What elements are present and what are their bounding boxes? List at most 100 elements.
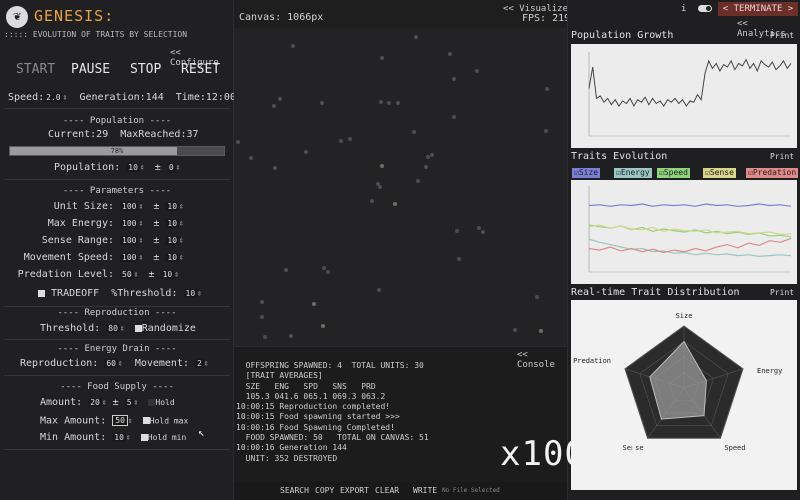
food-particle — [425, 155, 430, 160]
simulation-canvas[interactable] — [234, 28, 567, 346]
legend-item-speed[interactable]: ☑Speed — [657, 168, 690, 178]
pause-button[interactable]: PAUSE — [71, 62, 110, 77]
food-particle — [456, 256, 461, 261]
param-stepper-icon[interactable]: ⇕ — [138, 219, 143, 228]
param-value-input[interactable]: 100 — [120, 252, 139, 262]
param-value-input[interactable]: 100 — [120, 218, 139, 228]
food-min-input[interactable]: 10 — [112, 432, 126, 442]
legend-item-energy[interactable]: ☑Energy — [614, 168, 652, 178]
app-root: ❦ GENESIS: ::::: EVOLUTION OF TRAITS BY … — [0, 0, 800, 500]
copy-button[interactable]: COPY — [315, 486, 334, 495]
tradeoff-checkbox[interactable] — [38, 289, 45, 297]
param-label: Unit Size: — [53, 201, 114, 212]
legend-item-predation[interactable]: ☑Predation — [746, 168, 799, 178]
threshold-pct-input[interactable]: 10 — [183, 288, 198, 298]
divider — [4, 449, 230, 450]
legend-item-sense[interactable]: ☑Sense — [703, 168, 736, 178]
population-pm-input[interactable]: 0 — [166, 162, 176, 172]
terminate-button[interactable]: < TERMINATE > — [718, 2, 798, 16]
food-particle — [319, 101, 324, 106]
param-pm-stepper-icon[interactable]: ⇕ — [179, 202, 184, 211]
drain-repro-input[interactable]: 60 — [104, 358, 118, 368]
canvas-size-label: Canvas: 1066px — [239, 12, 324, 23]
param-pm-input[interactable]: 10 — [165, 201, 180, 211]
traits-series-energy — [588, 238, 792, 258]
speed-stepper-icon[interactable]: ⇕ — [63, 93, 68, 102]
food-particle — [370, 198, 375, 203]
search-button[interactable]: SEARCH — [280, 486, 309, 495]
write-button[interactable]: WRITE — [413, 486, 437, 495]
food-particle — [544, 86, 549, 91]
repro-threshold-input[interactable]: 80 — [106, 323, 120, 333]
param-label: Movement Speed: — [23, 252, 114, 263]
hold-max-checkbox[interactable] — [142, 417, 150, 424]
param-stepper-icon[interactable]: ⇕ — [138, 202, 143, 211]
food-particle — [378, 100, 383, 105]
reset-button[interactable]: RESET — [181, 62, 220, 77]
param-pm-input[interactable]: 10 — [165, 218, 180, 228]
param-pm-stepper-icon[interactable]: ⇕ — [179, 253, 184, 262]
param-pm-stepper-icon[interactable]: ⇕ — [179, 236, 184, 245]
drain-move-input[interactable]: 2 — [195, 358, 204, 368]
speed-input[interactable]: 2.0 — [44, 92, 63, 102]
info-icon[interactable]: i — [681, 4, 686, 14]
drain-repro-stepper-icon[interactable]: ⇕ — [118, 359, 123, 368]
traits-title: Traits Evolution — [571, 151, 668, 162]
param-stepper-icon[interactable]: ⇕ — [138, 253, 143, 262]
stop-button[interactable]: STOP — [130, 62, 161, 77]
food-particle — [348, 136, 353, 141]
population-header: ---- Population ---- — [62, 116, 172, 126]
food-particle — [455, 228, 460, 233]
food-amount-input[interactable]: 20 — [88, 397, 102, 407]
food-max-input[interactable]: 50 — [112, 415, 128, 426]
food-amount-stepper-icon[interactable]: ⇕ — [102, 398, 107, 407]
traits-series-sense — [588, 224, 792, 236]
food-pm-stepper-icon[interactable]: ⇕ — [134, 398, 139, 407]
param-pm-input[interactable]: 10 — [160, 269, 175, 279]
export-button[interactable]: EXPORT — [340, 486, 369, 495]
food-particle — [416, 179, 421, 184]
population-progress-text: 78% — [110, 147, 124, 155]
start-button[interactable]: START — [16, 62, 55, 77]
food-particle — [291, 43, 296, 48]
traits-series-predation — [588, 237, 792, 254]
food-particle — [263, 335, 268, 340]
food-particle — [476, 226, 481, 231]
hold-min-checkbox[interactable] — [140, 433, 148, 441]
pop-growth-chart — [571, 44, 797, 148]
param-stepper-icon[interactable]: ⇕ — [134, 270, 139, 279]
param-pm-stepper-icon[interactable]: ⇕ — [174, 270, 179, 279]
clear-button[interactable]: CLEAR — [375, 486, 399, 495]
theme-toggle[interactable] — [698, 5, 712, 12]
food-particle — [326, 270, 331, 275]
param-value-input[interactable]: 50 — [120, 269, 134, 279]
drain-move-stepper-icon[interactable]: ⇕ — [204, 359, 209, 368]
param-stepper-icon[interactable]: ⇕ — [138, 236, 143, 245]
repro-threshold-stepper-icon[interactable]: ⇕ — [120, 324, 125, 333]
param-pm-input[interactable]: 10 — [165, 252, 180, 262]
parameters-header: ---- Parameters ---- — [62, 186, 172, 196]
food-pm-input[interactable]: 5 — [124, 397, 134, 407]
param-label: Predation Level: — [17, 269, 114, 280]
population-pm-stepper-icon[interactable]: ⇕ — [176, 163, 181, 172]
radar-label-size: Size — [676, 312, 693, 320]
legend-item-size[interactable]: ☑Size — [572, 168, 601, 178]
param-pm-input[interactable]: 10 — [165, 235, 180, 245]
food-particle — [320, 324, 325, 329]
food-max-stepper-icon[interactable]: ⇕ — [128, 416, 133, 425]
param-value-input[interactable]: 100 — [120, 235, 139, 245]
dist-title: Real-time Trait Distribution — [571, 287, 740, 298]
randomize-checkbox[interactable] — [134, 324, 142, 332]
param-label: Sense Range: — [41, 235, 114, 246]
population-stepper-icon[interactable]: ⇕ — [140, 163, 145, 172]
threshold-pct-stepper-icon[interactable]: ⇕ — [197, 289, 202, 298]
param-value-input[interactable]: 100 — [120, 201, 139, 211]
dist-print-button[interactable]: Print — [770, 288, 794, 297]
food-amount-row: Amount: 20 ⇕ ± 5 ⇕ Hold — [40, 397, 175, 408]
console-toolbar: SEARCH COPY EXPORT CLEAR WRITE No File S… — [234, 482, 567, 500]
pop-growth-print-button[interactable]: Print — [770, 31, 794, 40]
population-input[interactable]: 10 — [126, 162, 140, 172]
food-min-stepper-icon[interactable]: ⇕ — [126, 433, 131, 442]
param-pm-stepper-icon[interactable]: ⇕ — [179, 219, 184, 228]
traits-print-button[interactable]: Print — [770, 152, 794, 161]
